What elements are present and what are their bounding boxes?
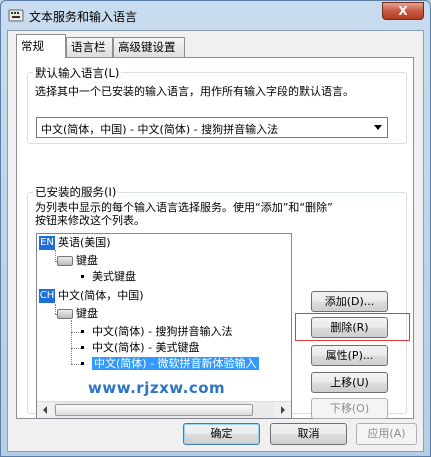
add-button[interactable]: 添加(D)... [311,291,388,312]
tree-item-english-label: 英语(美国) [58,236,111,249]
tree-line [55,304,56,314]
keyboard-app-icon [8,9,24,22]
installed-services-description-line2: 按钮来修改这个列表。 [35,214,145,227]
watermark-text: www.rjzxw.com [88,379,226,397]
chevron-left-icon [43,406,47,414]
tab-advanced-key-settings[interactable]: 高级键设置 [113,37,185,57]
tree-item-sogou-label: 中文(简体) - 搜狗拼音输入法 [92,325,233,338]
tree-item-ms-pinyin-label: 中文(简体) - 微软拼音新体验输入 [92,357,259,370]
tab-general[interactable]: 常规 [16,34,66,58]
tree-line [71,320,72,364]
tree-line [55,250,56,260]
ok-button[interactable]: 确定 [183,423,260,445]
properties-button[interactable]: 属性(P)... [311,345,388,366]
bullet-icon [81,345,84,349]
keyboard-icon [57,309,73,319]
tree-item-chinese-label: 中文(简体，中国) [58,289,144,302]
tree-line [71,332,81,333]
tree-item-ch-us-keyboard[interactable]: 中文(简体) - 美式键盘 [81,341,200,355]
tab-general-label: 常规 [21,39,44,53]
tree-item-ch-keyboard-label: 键盘 [76,307,98,320]
default-input-group-title: 默认输入语言(L) [33,65,122,81]
dialog-client-area: 常规 语言栏 高级键设置 默认输入语言(L) 选择其中一个已安装的输入语言，用作… [7,30,424,452]
tab-advanced-key-settings-label: 高级键设置 [118,40,176,54]
scroll-right-button[interactable] [274,402,291,418]
tree-line [71,348,81,349]
dialog-window: 文本服务和输入语言 X 常规 语言栏 高级键设置 默认输入语言(L) 选择其中一… [0,0,431,457]
tree-item-chinese[interactable]: CH 中文(简体，中国) [39,289,144,303]
move-up-button[interactable]: 上移(U) [311,372,388,393]
tree-item-sogou[interactable]: 中文(简体) - 搜狗拼音输入法 [81,325,233,339]
scroll-left-button[interactable] [37,402,54,418]
tree-item-ch-us-keyboard-label: 中文(简体) - 美式键盘 [92,341,200,354]
tree-line [71,364,81,365]
remove-button[interactable]: 删除(R) [311,317,388,338]
tab-panel-general: 默认输入语言(L) 选择其中一个已安装的输入语言，用作所有输入字段的默认语言。 … [16,57,414,419]
tree-horizontal-scrollbar[interactable] [37,401,291,418]
installed-services-group-title: 已安装的服务(I) [33,184,119,200]
chevron-right-icon [281,406,285,414]
close-icon: X [398,4,408,18]
tree-item-en-us-keyboard-label: 美式键盘 [92,270,136,283]
tree-item-english[interactable]: EN 英语(美国) [39,236,111,250]
tree-item-ch-keyboard[interactable]: 键盘 [57,307,98,321]
default-input-selected-value: 中文(简体，中国) - 中文(简体) - 搜狗拼音输入法 [41,123,279,136]
tree-item-en-keyboard[interactable]: 键盘 [57,254,98,268]
chevron-down-icon [374,125,382,130]
language-badge-ch: CH [39,289,55,303]
keyboard-icon [57,256,73,266]
tree-item-ms-pinyin[interactable]: 中文(简体) - 微软拼音新体验输入 [81,357,259,371]
scroll-thumb[interactable] [55,404,253,416]
move-down-button[interactable]: 下移(O) [311,398,388,419]
window-title: 文本服务和输入语言 [29,10,138,24]
tree-item-en-keyboard-label: 键盘 [76,254,98,267]
tab-language-bar[interactable]: 语言栏 [66,37,113,57]
bullet-icon [81,274,84,278]
tab-language-bar-label: 语言栏 [71,40,106,54]
default-input-description: 选择其中一个已安装的输入语言，用作所有输入字段的默认语言。 [35,85,354,98]
close-button[interactable]: X [382,2,424,20]
apply-button[interactable]: 应用(A) [356,423,417,445]
cancel-button[interactable]: 取消 [270,423,347,445]
bullet-icon [81,329,84,333]
bullet-icon [81,361,84,365]
language-badge-en: EN [39,236,55,250]
tree-item-en-us-keyboard[interactable]: 美式键盘 [81,270,136,284]
title-bar[interactable]: 文本服务和输入语言 X [1,1,430,29]
installed-services-description-line1: 为列表中显示的每个输入语言选择服务。使用“添加”和“删除” [35,201,333,214]
default-input-select[interactable]: 中文(简体，中国) - 中文(简体) - 搜狗拼音输入法 [36,117,388,138]
